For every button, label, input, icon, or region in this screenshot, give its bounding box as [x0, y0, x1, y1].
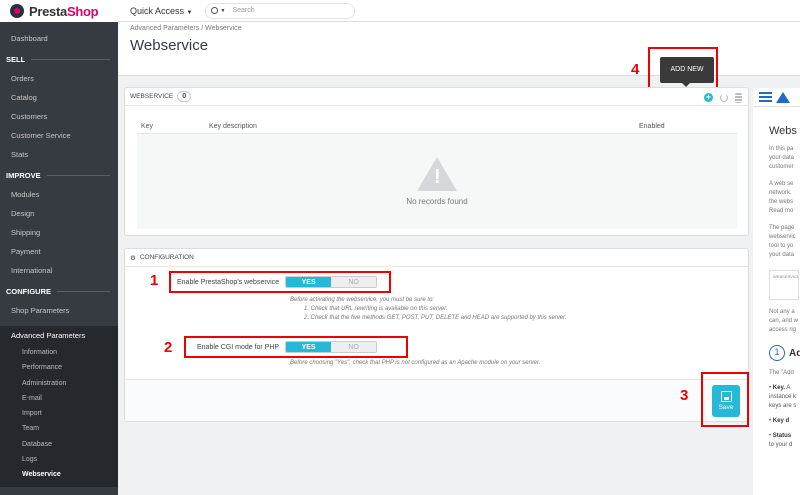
panel-heading: WEBSERVICE 0 [125, 88, 748, 106]
column-header-description[interactable]: Key description [205, 120, 635, 134]
panel-title: WEBSERVICE [130, 93, 174, 100]
help-step: 1 Ad [769, 345, 800, 361]
sidebar-item-shop-parameters[interactable]: Shop Parameters [0, 301, 118, 320]
sidebar-subitem-email[interactable]: E-mail [0, 391, 118, 406]
caret-down-icon[interactable]: ▼ [221, 8, 226, 14]
sql-manager-button[interactable] [733, 92, 744, 103]
webservice-toggle[interactable]: YES NO [285, 276, 378, 288]
webservice-toggle-label: Enable PrestaShop's webservice [177, 278, 280, 286]
database-icon [735, 92, 742, 103]
sidebar-item-payment[interactable]: Payment [0, 242, 118, 261]
help-paragraph: The "Add [769, 370, 794, 376]
cgi-toggle-row: Enable CGI mode for PHP YES NO [184, 336, 408, 358]
sidebar-subitem-information[interactable]: Information [0, 345, 118, 360]
sidebar-subitem-administration[interactable]: Administration [0, 376, 118, 391]
step-title: Ad [789, 347, 800, 359]
webservice-help: Before activating the webservice, you mu… [290, 297, 567, 321]
breadcrumb-current: Webservice [205, 25, 242, 32]
sidebar-item-dashboard[interactable]: Dashboard [0, 29, 118, 48]
refresh-icon [719, 93, 728, 102]
column-header-key[interactable]: Key [137, 120, 205, 134]
webservice-list-panel: WEBSERVICE 0 + Key Key description Enabl… [124, 87, 749, 236]
record-count-badge: 0 [177, 91, 192, 102]
help-paragraph: Not any a can, and w access rig [769, 309, 799, 333]
cgi-toggle-label: Enable CGI mode for PHP [197, 343, 280, 351]
webservice-table: Key Key description Enabled [137, 120, 737, 134]
cgi-no-option[interactable]: NO [331, 342, 377, 352]
sidebar-subitem-logs[interactable]: Logs [0, 452, 118, 467]
cgi-help: Before choosing "Yes", check that PHP is… [290, 360, 541, 366]
panel-title: CONFIGURATION [139, 254, 194, 261]
caret-down-icon: ▼ [186, 9, 193, 16]
sidebar-subitem-team[interactable]: Team [0, 421, 118, 436]
sidebar-subitem-webservice[interactable]: Webservice [0, 467, 118, 482]
refresh-button[interactable] [718, 92, 729, 103]
home-icon[interactable] [776, 91, 790, 103]
configuration-panel: ⚙ CONFIGURATION Enable PrestaShop's webs… [124, 248, 749, 422]
sidebar-item-international[interactable]: International [0, 261, 118, 280]
column-header-enabled[interactable]: Enabled [635, 120, 737, 134]
webservice-yes-option[interactable]: YES [286, 277, 332, 287]
breadcrumb-parent[interactable]: Advanced Parameters [130, 25, 199, 32]
sidebar-item-advanced-parameters[interactable]: Advanced Parameters [0, 326, 118, 345]
sidebar-item-design[interactable]: Design [0, 204, 118, 223]
sidebar-item-catalog[interactable]: Catalog [0, 88, 118, 107]
top-header: Quick Access ▼ ▼ Search [118, 0, 800, 22]
logo-text: PrestaShop [29, 3, 99, 19]
sidebar-subitem-performance[interactable]: Performance [0, 360, 118, 375]
search-input[interactable]: Search [232, 7, 254, 14]
panel-heading: ⚙ CONFIGURATION [125, 249, 748, 267]
webservice-toggle-row: Enable PrestaShop's webservice YES NO [169, 271, 391, 293]
sidebar-subitem-import[interactable]: Import [0, 406, 118, 421]
sidebar-item-modules[interactable]: Modules [0, 185, 118, 204]
webservice-no-option[interactable]: NO [331, 277, 377, 287]
help-bullet: • Status to your d [769, 433, 793, 448]
sidebar: PrestaShop Dashboard SELL Orders Catalog… [0, 0, 118, 495]
step-number: 1 [769, 345, 785, 361]
sidebar-subitem-database[interactable]: Database [0, 437, 118, 452]
highlight-box-3 [701, 372, 749, 427]
logo[interactable]: PrestaShop [0, 0, 118, 22]
help-toolbar [753, 88, 800, 107]
add-new-button[interactable]: + [703, 92, 714, 103]
help-title: Webs [769, 125, 797, 137]
annotation-number-1: 1 [150, 272, 159, 289]
help-pane: Webs In this pa your data customer A web… [753, 107, 800, 495]
help-paragraph: A web se network. the webs Read mo [769, 181, 794, 214]
help-bullet: • Key d [769, 418, 790, 424]
panel-footer: Save [125, 379, 748, 421]
sidebar-section-configure: CONFIGURE [0, 282, 118, 301]
help-paragraph: In this pa your data customer [769, 146, 795, 170]
search-icon [210, 7, 218, 14]
plus-icon: + [704, 92, 713, 102]
sidebar-item-customers[interactable]: Customers [0, 107, 118, 126]
list-icon[interactable] [759, 91, 772, 103]
gears-icon: ⚙ [130, 254, 136, 262]
empty-state: No records found [137, 134, 737, 229]
warning-icon [417, 157, 457, 191]
sidebar-subnav: Information Performance Administration E… [0, 345, 118, 487]
help-bullet: • Key. A instance k keys are s [769, 385, 797, 409]
sidebar-section-improve: IMPROVE [0, 166, 118, 185]
search-box[interactable]: ▼ Search [204, 2, 355, 19]
sidebar-item-shipping[interactable]: Shipping [0, 223, 118, 242]
cgi-yes-option[interactable]: YES [286, 342, 332, 352]
sidebar-item-orders[interactable]: Orders [0, 69, 118, 88]
prestashop-logo-icon [10, 4, 24, 18]
annotation-number-3: 3 [680, 387, 689, 404]
list-toolbar: + [703, 92, 744, 103]
breadcrumb: Advanced Parameters / Webservice [130, 25, 242, 32]
sidebar-item-customer-service[interactable]: Customer Service [0, 126, 118, 145]
cgi-toggle[interactable]: YES NO [285, 341, 378, 353]
quick-access-dropdown[interactable]: Quick Access ▼ [130, 6, 193, 16]
help-thumbnail: WEBSERVICE [769, 270, 799, 300]
sidebar-item-stats[interactable]: Stats [0, 145, 118, 164]
annotation-number-2: 2 [164, 339, 173, 356]
empty-message: No records found [406, 197, 468, 206]
annotation-number-4: 4 [631, 61, 640, 78]
help-paragraph: The page webservic tool to yo your data [769, 225, 796, 258]
sidebar-section-sell: SELL [0, 50, 118, 69]
